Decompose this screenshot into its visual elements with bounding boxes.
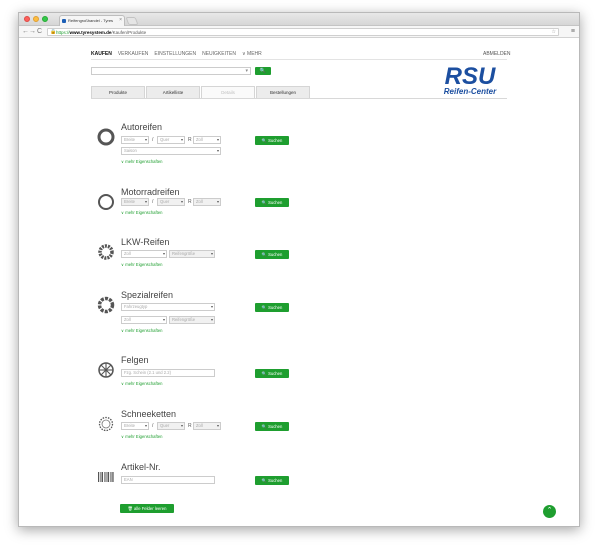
title-bar: Reifengroßhandel - Tyres ×: [19, 13, 579, 26]
truck-tire-icon: [98, 244, 114, 260]
section-title: Spezialreifen: [121, 290, 174, 300]
slash-separator: /: [152, 423, 154, 429]
barcode-icon: [98, 472, 114, 482]
logo-text-rsu: RSU: [445, 63, 496, 90]
r-separator: R: [188, 423, 192, 429]
slash-separator: /: [152, 199, 154, 205]
forward-icon[interactable]: →: [29, 27, 36, 37]
nav-neuigkeiten[interactable]: NEUIGKEITEN: [202, 51, 236, 57]
more-properties-link[interactable]: ∨ mehr Eigenschaften: [121, 434, 162, 439]
search-button[interactable]: 🔍 Suchen: [255, 369, 289, 378]
more-properties-link[interactable]: ∨ mehr Eigenschaften: [121, 210, 162, 215]
close-window-icon[interactable]: [24, 16, 30, 22]
motorcycle-tire-icon: [98, 194, 114, 210]
browser-window: Reifengroßhandel - Tyres × ← → C 🔒 https…: [18, 12, 580, 527]
rim-icon: [98, 362, 114, 378]
section-title: LKW-Reifen: [121, 237, 170, 247]
url-path: /Kaufen/Produkte: [111, 30, 147, 35]
tab-artikelliste[interactable]: Artikelliste: [146, 86, 200, 98]
breite-select[interactable]: Breite: [121, 198, 149, 206]
back-icon[interactable]: ←: [22, 27, 29, 37]
more-properties-link[interactable]: ∨ mehr Eigenschaften: [121, 159, 162, 164]
bookmark-star-icon[interactable]: ☆: [552, 29, 556, 36]
scroll-to-top-button[interactable]: ⌃: [543, 505, 556, 518]
search-caret-icon: ▾: [245, 68, 248, 74]
more-properties-link[interactable]: ∨ mehr Eigenschaften: [121, 262, 162, 267]
more-properties-link[interactable]: ∨ mehr Eigenschaften: [121, 328, 162, 333]
special-tire-icon: [97, 296, 115, 314]
reload-icon[interactable]: C: [37, 27, 42, 37]
r-separator: R: [188, 199, 192, 205]
new-tab-button[interactable]: [125, 17, 139, 25]
zoll-select[interactable]: Zoll: [121, 316, 167, 324]
browser-menu-icon[interactable]: ≡: [571, 27, 575, 37]
global-search-button[interactable]: 🔍: [255, 67, 271, 75]
quer-select[interactable]: Quer: [157, 422, 185, 430]
fahrzeugtyp-select[interactable]: Fahrzeugtyp: [121, 303, 215, 311]
lock-icon: 🔒: [50, 29, 57, 35]
url-host: www.tyresystem.de: [69, 30, 112, 35]
favicon-icon: [62, 19, 66, 23]
breite-select[interactable]: Breite: [121, 136, 149, 144]
breite-select[interactable]: Breite: [121, 422, 149, 430]
logout-link[interactable]: ABMELDEN: [483, 51, 511, 57]
page: KAUFEN VERKAUFEN EINSTELLUNGEN NEUIGKEIT…: [19, 39, 579, 526]
nav-divider: [91, 59, 507, 60]
search-button[interactable]: 🔍 Suchen: [255, 250, 289, 259]
tire-icon: [97, 128, 115, 146]
rsu-logo: RSU Reifen-Center: [444, 63, 497, 96]
tab-close-icon[interactable]: ×: [119, 16, 122, 25]
nav-kaufen[interactable]: KAUFEN: [91, 51, 112, 57]
maximize-window-icon[interactable]: [42, 16, 48, 22]
nav-einstellungen[interactable]: EINSTELLUNGEN: [154, 51, 196, 57]
search-button[interactable]: 🔍 Suchen: [255, 198, 289, 207]
minimize-window-icon[interactable]: [33, 16, 39, 22]
url-input[interactable]: 🔒 https://www.tyresystem.de/Kaufen/Produ…: [47, 28, 559, 36]
tab-produkte[interactable]: Produkte: [91, 86, 145, 98]
zoll-select[interactable]: Zoll: [193, 422, 221, 430]
main-nav: KAUFEN VERKAUFEN EINSTELLUNGEN NEUIGKEIT…: [91, 51, 262, 57]
search-button[interactable]: 🔍 Suchen: [255, 422, 289, 431]
search-button[interactable]: 🔍 Suchen: [255, 136, 289, 145]
section-title: Schneeketten: [121, 409, 177, 419]
snow-chain-icon: [98, 416, 114, 432]
section-title: Autoreifen: [121, 122, 163, 132]
zoll-select[interactable]: Zoll: [193, 198, 221, 206]
search-button[interactable]: 🔍 Suchen: [255, 476, 289, 485]
reifengroesse-select[interactable]: Reifengröße: [169, 316, 215, 324]
ean-input[interactable]: EAN: [121, 476, 215, 484]
sub-tabs: Produkte Artikelliste Details Bestellung…: [91, 86, 311, 98]
nav-verkaufen[interactable]: VERKAUFEN: [118, 51, 149, 57]
fahrzeugschein-input[interactable]: Fzg. Schein (2.1 und 2.2): [121, 369, 215, 377]
section-title: Felgen: [121, 355, 149, 365]
section-title: Motorradreifen: [121, 187, 180, 197]
zoll-select[interactable]: Zoll: [121, 250, 167, 258]
reifengroesse-select[interactable]: Reifengröße: [169, 250, 215, 258]
zoll-select[interactable]: Zoll: [193, 136, 221, 144]
saison-select[interactable]: Saison: [121, 147, 221, 155]
clear-all-fields-button[interactable]: 🗑 alle Felder leeren: [120, 504, 174, 513]
browser-tab[interactable]: Reifengroßhandel - Tyres ×: [59, 15, 125, 26]
search-button[interactable]: 🔍 Suchen: [255, 303, 289, 312]
section-title: Artikel-Nr.: [121, 462, 161, 472]
slash-separator: /: [152, 137, 154, 143]
logo-text-reifen-center: Reifen-Center: [444, 87, 497, 96]
more-properties-link[interactable]: ∨ mehr Eigenschaften: [121, 381, 162, 386]
nav-mehr[interactable]: ∨ MEHR: [242, 51, 262, 57]
r-separator: R: [188, 137, 192, 143]
address-bar: ← → C 🔒 https://www.tyresystem.de/Kaufen…: [19, 26, 579, 38]
quer-select[interactable]: Quer: [157, 198, 185, 206]
url-scheme: https://: [56, 30, 70, 35]
tab-bestellungen[interactable]: Bestellungen: [256, 86, 310, 98]
tab-title: Reifengroßhandel - Tyres: [68, 18, 114, 23]
tabs-divider: [91, 98, 507, 99]
tab-details: Details: [201, 86, 255, 98]
global-search-input[interactable]: ▾: [91, 67, 251, 75]
quer-select[interactable]: Quer: [157, 136, 185, 144]
